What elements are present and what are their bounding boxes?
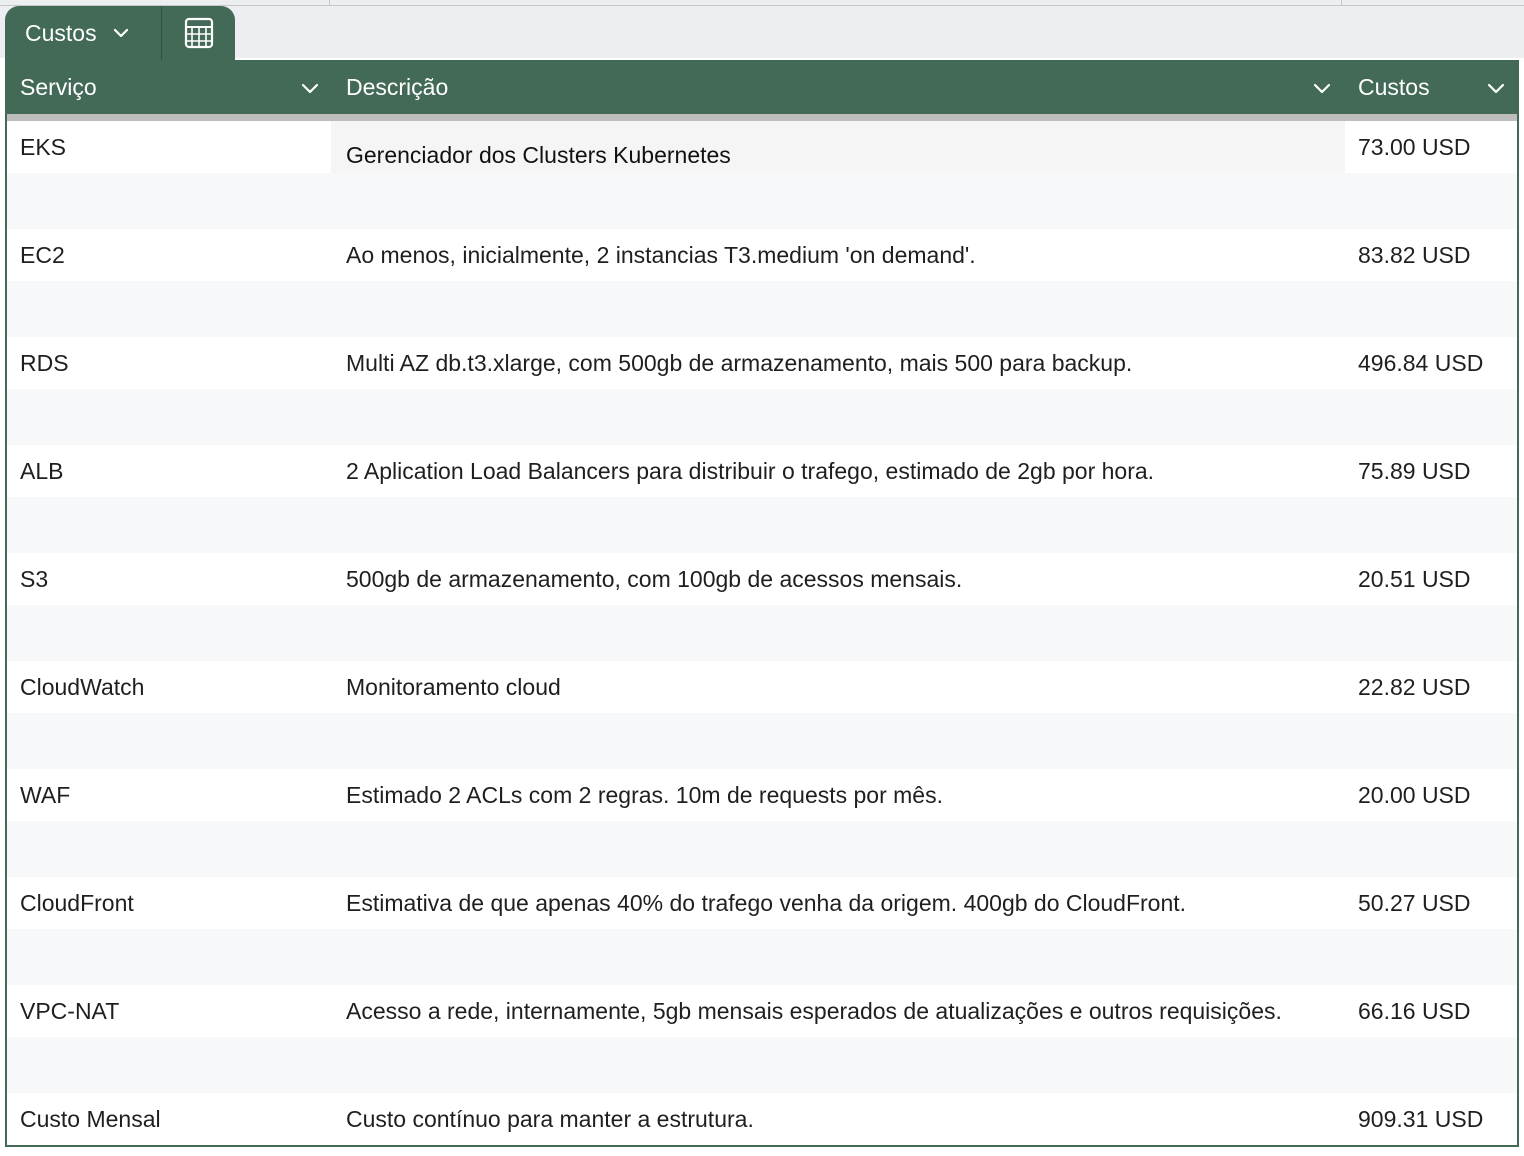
chevron-down-icon[interactable] bbox=[1311, 77, 1333, 99]
cell-custos[interactable]: 73.00 USD bbox=[1358, 121, 1471, 173]
view-name-label: Custos bbox=[25, 19, 97, 46]
grid-line bbox=[1341, 0, 1342, 6]
cell-descricao[interactable]: Gerenciador dos Clusters Kubernetes bbox=[346, 129, 731, 181]
table-row[interactable]: WAF Estimado 2 ACLs com 2 regras. 10m de… bbox=[7, 769, 1517, 877]
cell-descricao[interactable]: Custo contínuo para manter a estrutura. bbox=[346, 1093, 754, 1145]
cell-custos[interactable]: 496.84 USD bbox=[1358, 337, 1483, 389]
row-band bbox=[7, 605, 1517, 661]
chevron-down-icon[interactable] bbox=[1485, 77, 1507, 99]
row-band bbox=[7, 497, 1517, 553]
column-header-custos[interactable]: Custos bbox=[1345, 60, 1517, 114]
cell-servico[interactable]: ALB bbox=[20, 445, 63, 497]
table-view-tab: Custos bbox=[5, 6, 235, 60]
table-row[interactable]: VPC-NAT Acesso a rede, internamente, 5gb… bbox=[7, 985, 1517, 1093]
column-header-label: Descrição bbox=[346, 73, 449, 100]
table-row[interactable]: ALB 2 Aplication Load Balancers para dis… bbox=[7, 445, 1517, 553]
row-band bbox=[7, 1037, 1517, 1093]
row-band bbox=[7, 173, 1517, 229]
row-band bbox=[7, 713, 1517, 769]
cell-servico[interactable]: RDS bbox=[20, 337, 69, 389]
table-row-total[interactable]: Custo Mensal Custo contínuo para manter … bbox=[7, 1093, 1517, 1145]
cell-custos[interactable]: 66.16 USD bbox=[1358, 985, 1471, 1037]
row-band bbox=[7, 281, 1517, 337]
column-header-label: Custos bbox=[1358, 73, 1430, 100]
grid-line bbox=[329, 0, 330, 6]
cell-custos[interactable]: 83.82 USD bbox=[1358, 229, 1471, 281]
calculator-icon bbox=[184, 17, 213, 49]
table-header: Serviço Descrição Custos bbox=[7, 60, 1517, 114]
cell-custos[interactable]: 20.51 USD bbox=[1358, 553, 1471, 605]
row-band bbox=[7, 821, 1517, 877]
cell-servico[interactable]: Custo Mensal bbox=[20, 1093, 161, 1145]
table-row[interactable]: RDS Multi AZ db.t3.xlarge, com 500gb de … bbox=[7, 337, 1517, 445]
row-band bbox=[7, 389, 1517, 445]
chevron-down-icon[interactable] bbox=[299, 77, 321, 99]
column-header-descricao[interactable]: Descrição bbox=[333, 60, 1345, 114]
cell-servico[interactable]: CloudWatch bbox=[20, 661, 144, 713]
cell-custos[interactable]: 909.31 USD bbox=[1358, 1093, 1483, 1145]
row-band bbox=[7, 929, 1517, 985]
view-selector[interactable]: Custos bbox=[5, 6, 161, 60]
chevron-down-icon bbox=[113, 28, 128, 38]
cell-descricao[interactable]: Estimativa de que apenas 40% do trafego … bbox=[346, 877, 1186, 929]
table-row[interactable]: EKS Gerenciador dos Clusters Kubernetes … bbox=[7, 121, 1517, 229]
cell-descricao[interactable]: Monitoramento cloud bbox=[346, 661, 561, 713]
cell-descricao[interactable]: Ao menos, inicialmente, 2 instancias T3.… bbox=[346, 229, 976, 281]
cell-descricao[interactable]: 2 Aplication Load Balancers para distrib… bbox=[346, 445, 1154, 497]
cell-servico[interactable]: EKS bbox=[20, 121, 66, 173]
frozen-row-divider[interactable] bbox=[7, 114, 1517, 121]
table-row[interactable]: EC2 Ao menos, inicialmente, 2 instancias… bbox=[7, 229, 1517, 337]
cell-servico[interactable]: EC2 bbox=[20, 229, 65, 281]
cell-custos[interactable]: 75.89 USD bbox=[1358, 445, 1471, 497]
calculator-button[interactable] bbox=[162, 6, 235, 60]
table-body: EKS Gerenciador dos Clusters Kubernetes … bbox=[7, 121, 1517, 1145]
table-row[interactable]: CloudFront Estimativa de que apenas 40% … bbox=[7, 877, 1517, 985]
cell-descricao[interactable]: Acesso a rede, internamente, 5gb mensais… bbox=[346, 985, 1282, 1037]
cell-servico[interactable]: VPC-NAT bbox=[20, 985, 119, 1037]
cell-descricao[interactable]: 500gb de armazenamento, com 100gb de ace… bbox=[346, 553, 962, 605]
table-row[interactable]: CloudWatch Monitoramento cloud 22.82 USD bbox=[7, 661, 1517, 769]
cell-descricao[interactable]: Estimado 2 ACLs com 2 regras. 10m de req… bbox=[346, 769, 943, 821]
costs-table: Serviço Descrição Custos EKS Gerenciador… bbox=[5, 60, 1519, 1147]
cell-servico[interactable]: WAF bbox=[20, 769, 70, 821]
cell-custos[interactable]: 20.00 USD bbox=[1358, 769, 1471, 821]
table-row[interactable]: S3 500gb de armazenamento, com 100gb de … bbox=[7, 553, 1517, 661]
column-header-servico[interactable]: Serviço bbox=[7, 60, 333, 114]
cell-servico[interactable]: S3 bbox=[20, 553, 48, 605]
cell-custos[interactable]: 22.82 USD bbox=[1358, 661, 1471, 713]
cell-descricao[interactable]: Multi AZ db.t3.xlarge, com 500gb de arma… bbox=[346, 337, 1132, 389]
cell-custos[interactable]: 50.27 USD bbox=[1358, 877, 1471, 929]
column-header-label: Serviço bbox=[20, 73, 97, 100]
cell-servico[interactable]: CloudFront bbox=[20, 877, 134, 929]
